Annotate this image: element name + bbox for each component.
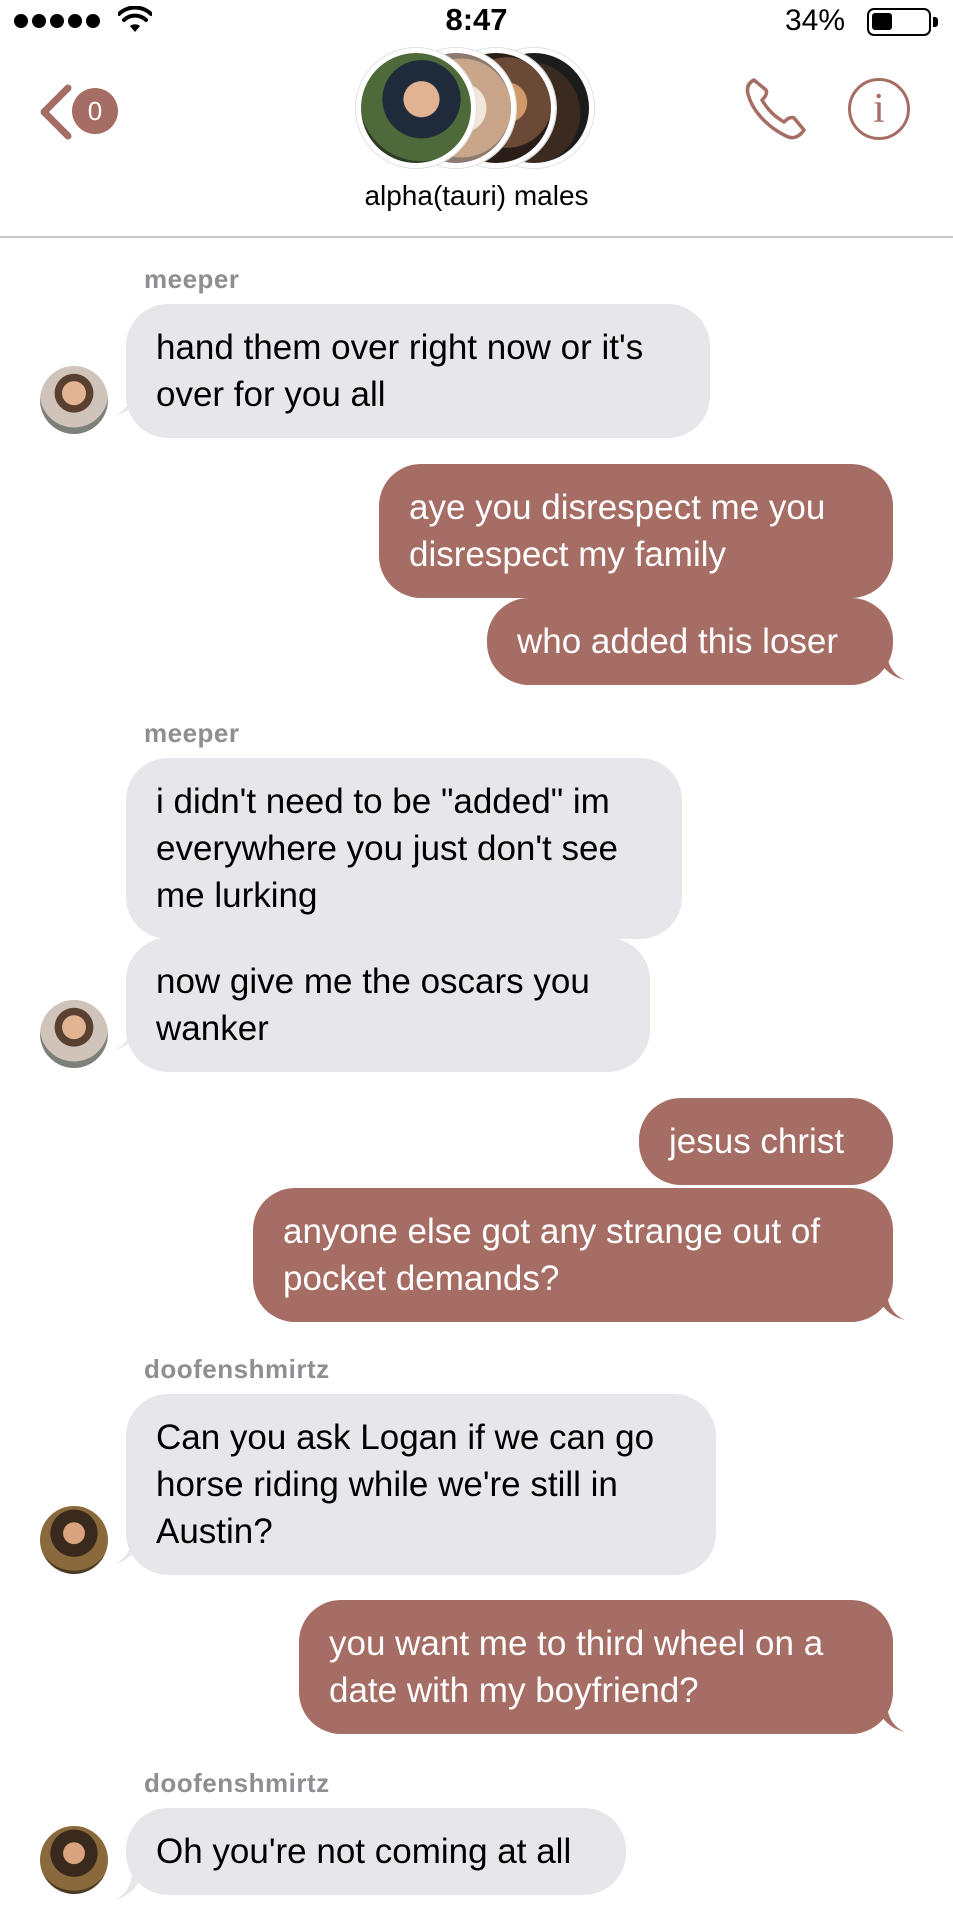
phone-icon — [745, 78, 806, 140]
avatar — [40, 1506, 108, 1574]
info-icon: i — [873, 86, 885, 132]
bubble-tail — [877, 1290, 905, 1320]
message-bubble-outgoing[interactable]: jesus christ — [639, 1098, 893, 1185]
unread-count-badge: 0 — [72, 88, 118, 134]
bubble-tail — [877, 650, 905, 680]
bubble-tail — [114, 1534, 142, 1564]
bubble-tail — [114, 1870, 142, 1900]
message-bubble-outgoing[interactable]: you want me to third wheel on a date wit… — [299, 1600, 893, 1734]
message-bubble-incoming[interactable]: hand them over right now or it's over fo… — [126, 304, 710, 438]
sender-name: doofenshmirtz — [144, 1354, 330, 1384]
message-list[interactable]: meeper hand them over right now or it's … — [0, 238, 953, 1920]
back-button[interactable]: 0 — [36, 78, 126, 142]
message-bubble-incoming[interactable]: Can you ask Logan if we can go horse rid… — [126, 1394, 716, 1575]
battery-percentage: 34% — [784, 4, 845, 37]
info-button[interactable]: i — [848, 78, 910, 140]
group-avatar-stack[interactable] — [356, 48, 596, 168]
avatar — [40, 366, 108, 434]
message-bubble-outgoing[interactable]: who added this loser — [487, 598, 893, 685]
chevron-left-icon — [40, 84, 72, 140]
avatar — [40, 1826, 108, 1894]
bubble-tail — [114, 386, 142, 416]
status-bar: 8:47 34% — [0, 0, 953, 44]
sender-name: meeper — [144, 718, 240, 748]
bubble-tail — [877, 1702, 905, 1732]
message-bubble-incoming[interactable]: now give me the oscars you wanker — [126, 938, 650, 1072]
battery-icon — [867, 8, 938, 36]
conversation-header: 0 alpha(tauri) males i — [0, 44, 953, 238]
avatar — [40, 1000, 108, 1068]
group-name[interactable]: alpha(tauri) males — [0, 180, 953, 212]
avatar — [356, 48, 476, 168]
message-bubble-incoming[interactable]: i didn't need to be "added" im everywher… — [126, 758, 682, 939]
phone-call-button[interactable] — [740, 72, 812, 144]
sender-name: meeper — [144, 264, 240, 294]
message-bubble-outgoing[interactable]: anyone else got any strange out of pocke… — [253, 1188, 893, 1322]
sender-name: doofenshmirtz — [144, 1768, 330, 1798]
message-bubble-incoming[interactable]: Oh you're not coming at all — [126, 1808, 626, 1895]
message-bubble-outgoing[interactable]: aye you disrespect me you disrespect my … — [379, 464, 893, 598]
bubble-tail — [114, 1020, 142, 1050]
